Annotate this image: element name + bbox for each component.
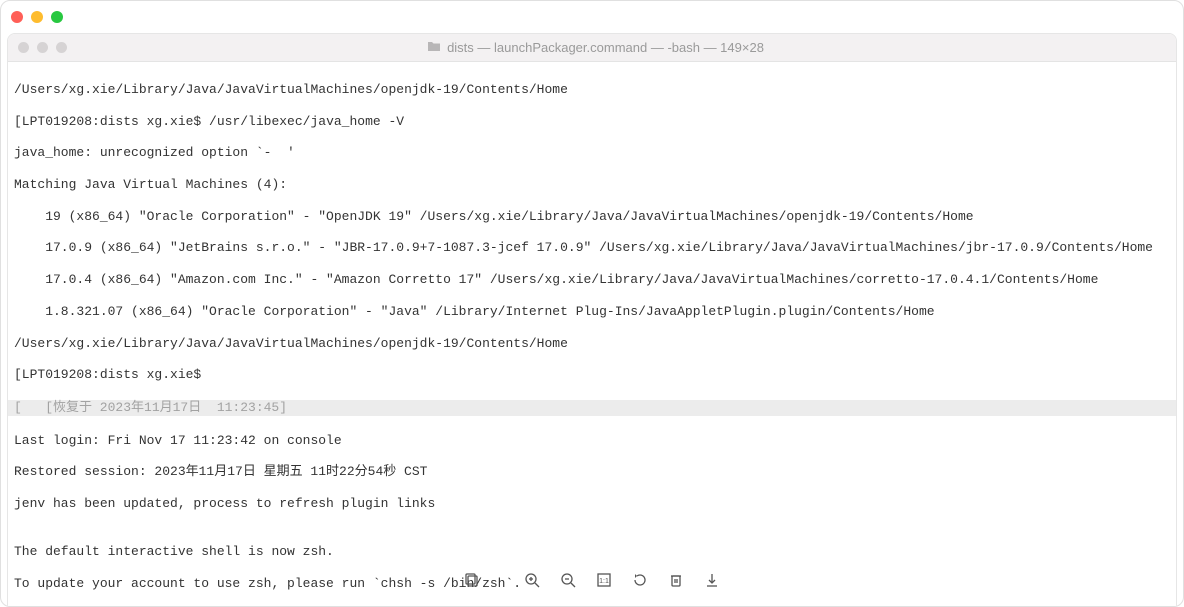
svg-text:1:1: 1:1 (599, 578, 609, 585)
terminal-body[interactable]: /Users/xg.xie/Library/Java/JavaVirtualMa… (8, 62, 1176, 607)
copy-icon[interactable] (463, 571, 481, 589)
minimize-icon[interactable] (31, 11, 43, 23)
fit-icon[interactable]: 1:1 (595, 571, 613, 589)
output-line: 17.0.9 (x86_64) "JetBrains s.r.o." - "JB… (14, 240, 1170, 256)
output-line: 1.8.321.07 (x86_64) "Oracle Corporation"… (14, 304, 1170, 320)
prompt: [LPT019208:dists xg.xie$ (14, 114, 209, 129)
maximize-icon[interactable] (51, 11, 63, 23)
zoom-out-icon[interactable] (559, 571, 577, 589)
prompt-line: [LPT019208:dists xg.xie$ (14, 367, 1170, 383)
output-line: The default interactive shell is now zsh… (14, 544, 1170, 560)
output-line: 19 (x86_64) "Oracle Corporation" - "Open… (14, 209, 1170, 225)
output-line: /Users/xg.xie/Library/Java/JavaVirtualMa… (14, 82, 1170, 98)
rotate-icon[interactable] (631, 571, 649, 589)
outer-titlebar (1, 1, 1183, 33)
terminal-title: dists — launchPackager.command — -bash —… (75, 40, 1166, 55)
outer-window: dists — launchPackager.command — -bash —… (0, 0, 1184, 607)
command: /usr/libexec/java_home -V (209, 114, 404, 129)
restored-banner: [ [恢复于 2023年11月17日 11:23:45] (8, 400, 1176, 416)
folder-icon (427, 40, 441, 55)
output-line: java_home: unrecognized option `- ' (14, 145, 1170, 161)
delete-icon[interactable] (667, 571, 685, 589)
spacer (499, 571, 505, 589)
zoom-in-icon[interactable] (523, 571, 541, 589)
output-line: Matching Java Virtual Machines (4): (14, 177, 1170, 193)
inner-traffic-lights (18, 42, 67, 53)
close-icon[interactable] (11, 11, 23, 23)
prompt-line: [LPT019208:dists xg.xie$ /usr/libexec/ja… (14, 114, 1170, 130)
output-line: Last login: Fri Nov 17 11:23:42 on conso… (14, 433, 1170, 449)
terminal-title-text: dists — launchPackager.command — -bash —… (447, 40, 764, 55)
download-icon[interactable] (703, 571, 721, 589)
output-line: 17.0.4 (x86_64) "Amazon.com Inc." - "Ama… (14, 272, 1170, 288)
close-icon[interactable] (18, 42, 29, 53)
output-line: Restored session: 2023年11月17日 星期五 11时22分… (14, 464, 1170, 480)
maximize-icon[interactable] (56, 42, 67, 53)
terminal-titlebar[interactable]: dists — launchPackager.command — -bash —… (8, 34, 1176, 62)
outer-traffic-lights (11, 11, 63, 23)
output-line: /Users/xg.xie/Library/Java/JavaVirtualMa… (14, 336, 1170, 352)
terminal-window: dists — launchPackager.command — -bash —… (7, 33, 1177, 607)
minimize-icon[interactable] (37, 42, 48, 53)
output-line: jenv has been updated, process to refres… (14, 496, 1170, 512)
image-toolbar: 1:1 (0, 571, 1184, 589)
